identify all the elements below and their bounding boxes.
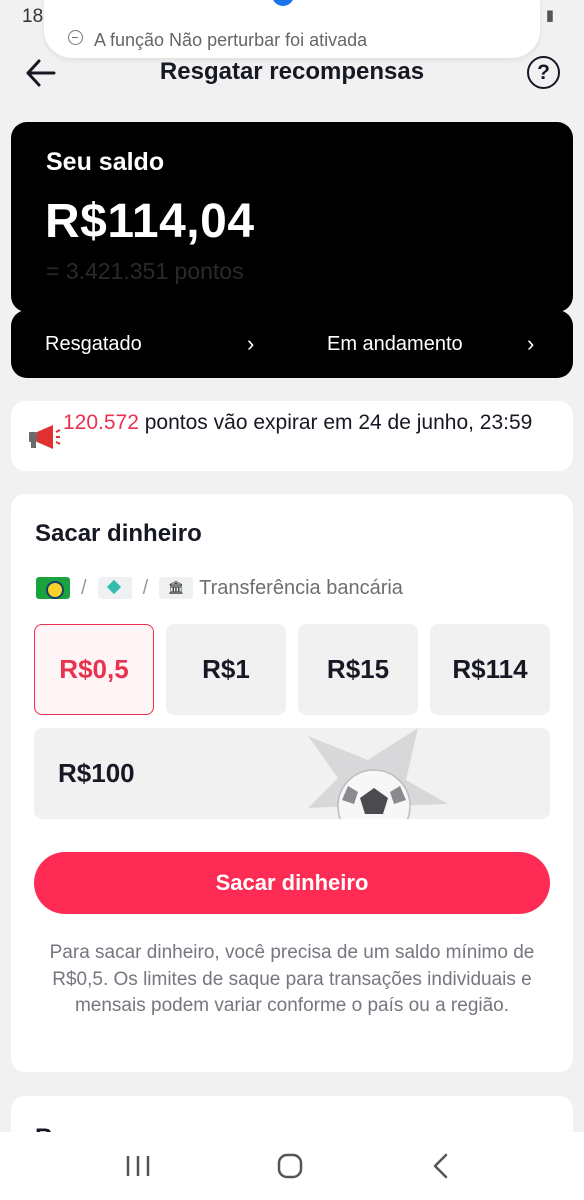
soccer-ball-icon — [308, 728, 448, 819]
expiring-points: 120.572 — [63, 411, 139, 434]
bank-transfer-icon: 🏛 — [159, 577, 194, 599]
system-nav-bar — [0, 1132, 584, 1200]
amount-option[interactable]: R$0,5 — [34, 624, 154, 715]
history-bar: Resgatado › Em andamento › — [11, 310, 573, 378]
balance-amount: R$114,04 — [45, 195, 255, 248]
balance-points: = 3.421.351 pontos — [46, 258, 244, 284]
method-separator: / — [142, 576, 149, 599]
in-progress-link[interactable]: Em andamento › — [327, 310, 557, 378]
amount-option-promo[interactable]: R$100 — [34, 728, 550, 819]
method-separator: / — [81, 576, 87, 599]
withdraw-note: Para sacar dinheiro, você precisa de um … — [49, 942, 535, 1016]
bank-logo-icon — [36, 577, 70, 599]
balance-card: Seu saldo R$114,04 = 3.421.351 pontos — [11, 122, 573, 312]
next-section-card: R — [11, 1096, 573, 1136]
redeemed-link[interactable]: Resgatado › — [45, 310, 275, 378]
expiry-message: pontos vão expirar em 24 de junho, 23:59 — [138, 411, 533, 434]
withdraw-cash-card: Sacar dinheiro / / 🏛 Transferência bancá… — [11, 494, 573, 1072]
help-icon[interactable]: ? — [527, 56, 560, 89]
amount-option[interactable]: R$15 — [298, 624, 418, 715]
page-title: Resgatar recompensas — [159, 58, 425, 85]
bank-transfer-label: Transferência bancária — [199, 576, 403, 599]
page-header: Resgatar recompensas ? — [0, 50, 584, 94]
pix-icon — [97, 577, 132, 599]
balance-label: Seu saldo — [46, 148, 165, 176]
home-icon[interactable] — [270, 1150, 310, 1182]
in-progress-label: Em andamento — [327, 333, 463, 355]
expiry-text: 120.572 pontos vão expirar em 24 de junh… — [63, 409, 553, 436]
withdraw-button[interactable]: Sacar dinheiro — [34, 852, 550, 914]
points-expiry-notice: 120.572 pontos vão expirar em 24 de junh… — [11, 401, 573, 471]
back-icon[interactable] — [422, 1150, 462, 1182]
chevron-right-icon: › — [527, 331, 535, 356]
dnd-banner-text: A função Não perturbar foi ativada — [94, 30, 368, 50]
amount-option[interactable]: R$1 — [166, 624, 286, 715]
do-not-disturb-icon — [68, 30, 83, 45]
megaphone-icon — [29, 425, 61, 449]
amount-option-label: R$100 — [58, 758, 135, 788]
notification-indicator-icon — [272, 0, 294, 6]
redeemed-label: Resgatado — [45, 333, 142, 355]
amount-option[interactable]: R$114 — [430, 624, 550, 715]
recent-apps-icon[interactable] — [118, 1150, 158, 1182]
payment-methods[interactable]: / / 🏛 Transferência bancária — [36, 574, 403, 602]
withdraw-title: Sacar dinheiro — [35, 520, 202, 547]
chevron-right-icon: › — [247, 331, 255, 356]
